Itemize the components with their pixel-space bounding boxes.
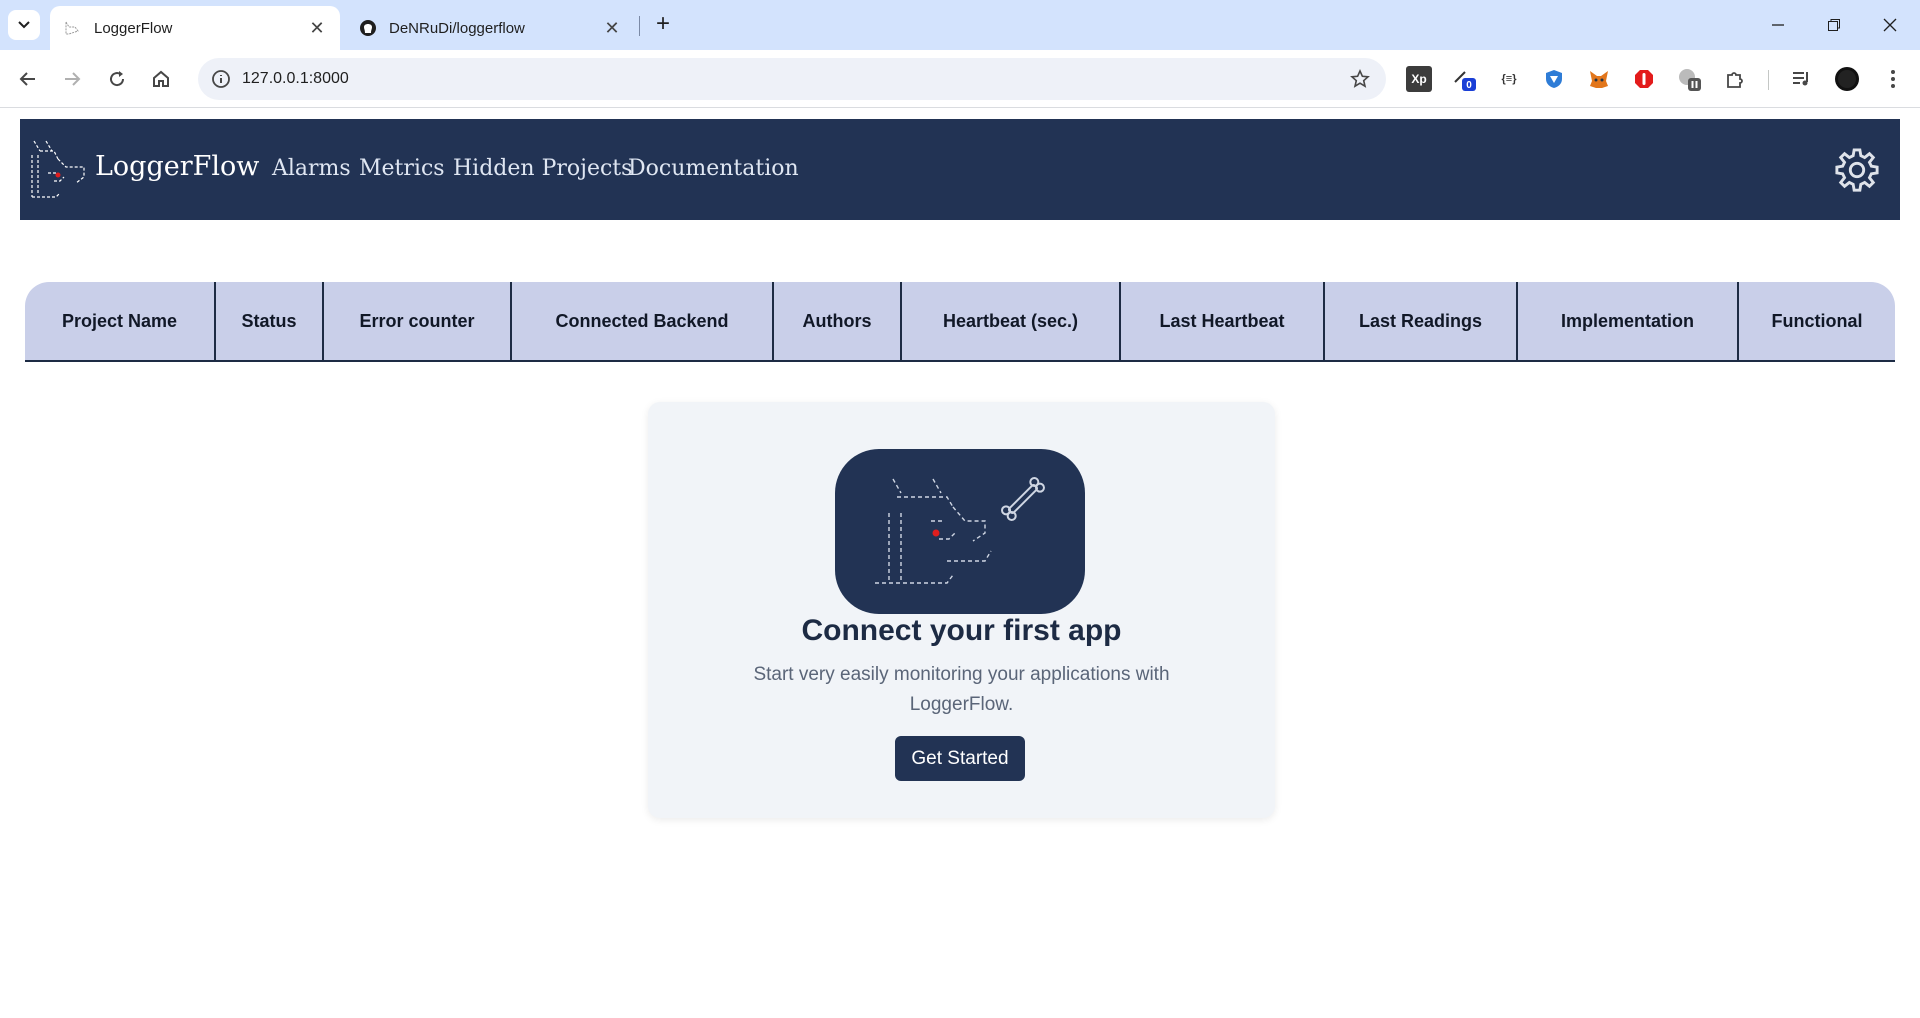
tab-search-button[interactable] (8, 10, 40, 40)
brand-name[interactable]: LoggerFlow (95, 151, 259, 182)
media-controls-icon[interactable] (1788, 66, 1814, 92)
empty-state-description: Start very easily monitoring your applic… (753, 664, 1170, 715)
paused-extension-icon[interactable] (1676, 66, 1702, 92)
nav-metrics[interactable]: Metrics (359, 156, 445, 181)
close-tab-icon[interactable]: ✕ (601, 17, 623, 39)
github-icon (359, 19, 377, 37)
column-header-status[interactable]: Status (216, 282, 324, 360)
loggerflow-favicon-icon (64, 19, 82, 37)
gear-icon[interactable] (1834, 147, 1880, 193)
tab-github[interactable]: DeNRuDi/loggerflow ✕ (345, 6, 635, 50)
counter-extension-icon[interactable]: 0 (1451, 66, 1477, 92)
browser-toolbar: 127.0.0.1:8000 Xp 0 {≡} (0, 50, 1920, 108)
app-header: LoggerFlow Alarms Metrics Hidden Project… (20, 119, 1900, 220)
json-extension-icon[interactable]: {≡} (1496, 66, 1522, 92)
profile-avatar[interactable] (1834, 66, 1860, 92)
bookmark-star-icon[interactable] (1348, 67, 1372, 91)
reload-button[interactable] (101, 63, 133, 95)
column-header-connected-backend[interactable]: Connected Backend (512, 282, 774, 360)
restore-button[interactable] (1814, 10, 1854, 40)
column-header-project-name[interactable]: Project Name (25, 282, 216, 360)
nav-hidden-projects[interactable]: Hidden Projects (453, 156, 632, 181)
browser-tabstrip: LoggerFlow ✕ DeNRuDi/loggerflow ✕ + (0, 0, 1920, 50)
shield-extension-icon[interactable] (1541, 66, 1567, 92)
restore-icon (1828, 19, 1840, 31)
minimize-icon (1772, 24, 1784, 26)
puzzle-extensions-icon[interactable] (1722, 66, 1748, 92)
get-started-button[interactable]: Get Started (895, 736, 1025, 781)
empty-state-title: Connect your first app (801, 614, 1122, 647)
toolbar-separator (1768, 70, 1769, 90)
column-header-functional[interactable]: Functional (1739, 282, 1895, 360)
column-header-authors[interactable]: Authors (774, 282, 902, 360)
url-text[interactable]: 127.0.0.1:8000 (242, 70, 349, 88)
close-tab-icon[interactable]: ✕ (306, 17, 328, 39)
opera-extension-icon[interactable] (1631, 66, 1657, 92)
tab-separator (639, 16, 640, 36)
tab-title: LoggerFlow (94, 19, 173, 37)
forward-button[interactable] (56, 63, 88, 95)
column-header-last-readings[interactable]: Last Readings (1325, 282, 1518, 360)
home-icon (153, 70, 169, 87)
column-header-error-counter[interactable]: Error counter (324, 282, 512, 360)
nav-alarms[interactable]: Alarms (272, 156, 351, 181)
close-icon (1883, 18, 1897, 32)
chevron-down-icon (18, 21, 30, 29)
tab-loggerflow[interactable]: LoggerFlow ✕ (50, 6, 340, 50)
tab-title: DeNRuDi/loggerflow (389, 19, 525, 37)
column-header-last-heartbeat[interactable]: Last Heartbeat (1121, 282, 1325, 360)
dog-with-bone-icon (875, 477, 1045, 584)
arrow-left-icon (19, 72, 35, 86)
menu-kebab-icon[interactable] (1880, 66, 1906, 92)
nav-documentation[interactable]: Documentation (628, 156, 799, 181)
back-button[interactable] (12, 63, 44, 95)
empty-state-card: Connect your first app Start very easily… (648, 402, 1275, 818)
address-bar[interactable]: 127.0.0.1:8000 (198, 58, 1386, 100)
column-header-heartbeat[interactable]: Heartbeat (sec.) (902, 282, 1121, 360)
xp-extension-icon[interactable]: Xp (1406, 66, 1432, 92)
site-info-icon[interactable] (208, 66, 234, 92)
reload-icon (110, 71, 125, 87)
svg-text:0: 0 (1466, 80, 1472, 91)
close-window-button[interactable] (1870, 10, 1910, 40)
projects-table-header: Project Name Status Error counter Connec… (25, 282, 1895, 362)
column-header-implementation[interactable]: Implementation (1518, 282, 1739, 360)
arrow-right-icon (65, 72, 81, 86)
loggerflow-logo-icon[interactable] (26, 137, 86, 201)
metamask-extension-icon[interactable] (1586, 66, 1612, 92)
home-button[interactable] (145, 63, 177, 95)
minimize-button[interactable] (1758, 10, 1798, 40)
empty-state-illustration (835, 449, 1085, 614)
new-tab-button[interactable]: + (650, 12, 676, 38)
